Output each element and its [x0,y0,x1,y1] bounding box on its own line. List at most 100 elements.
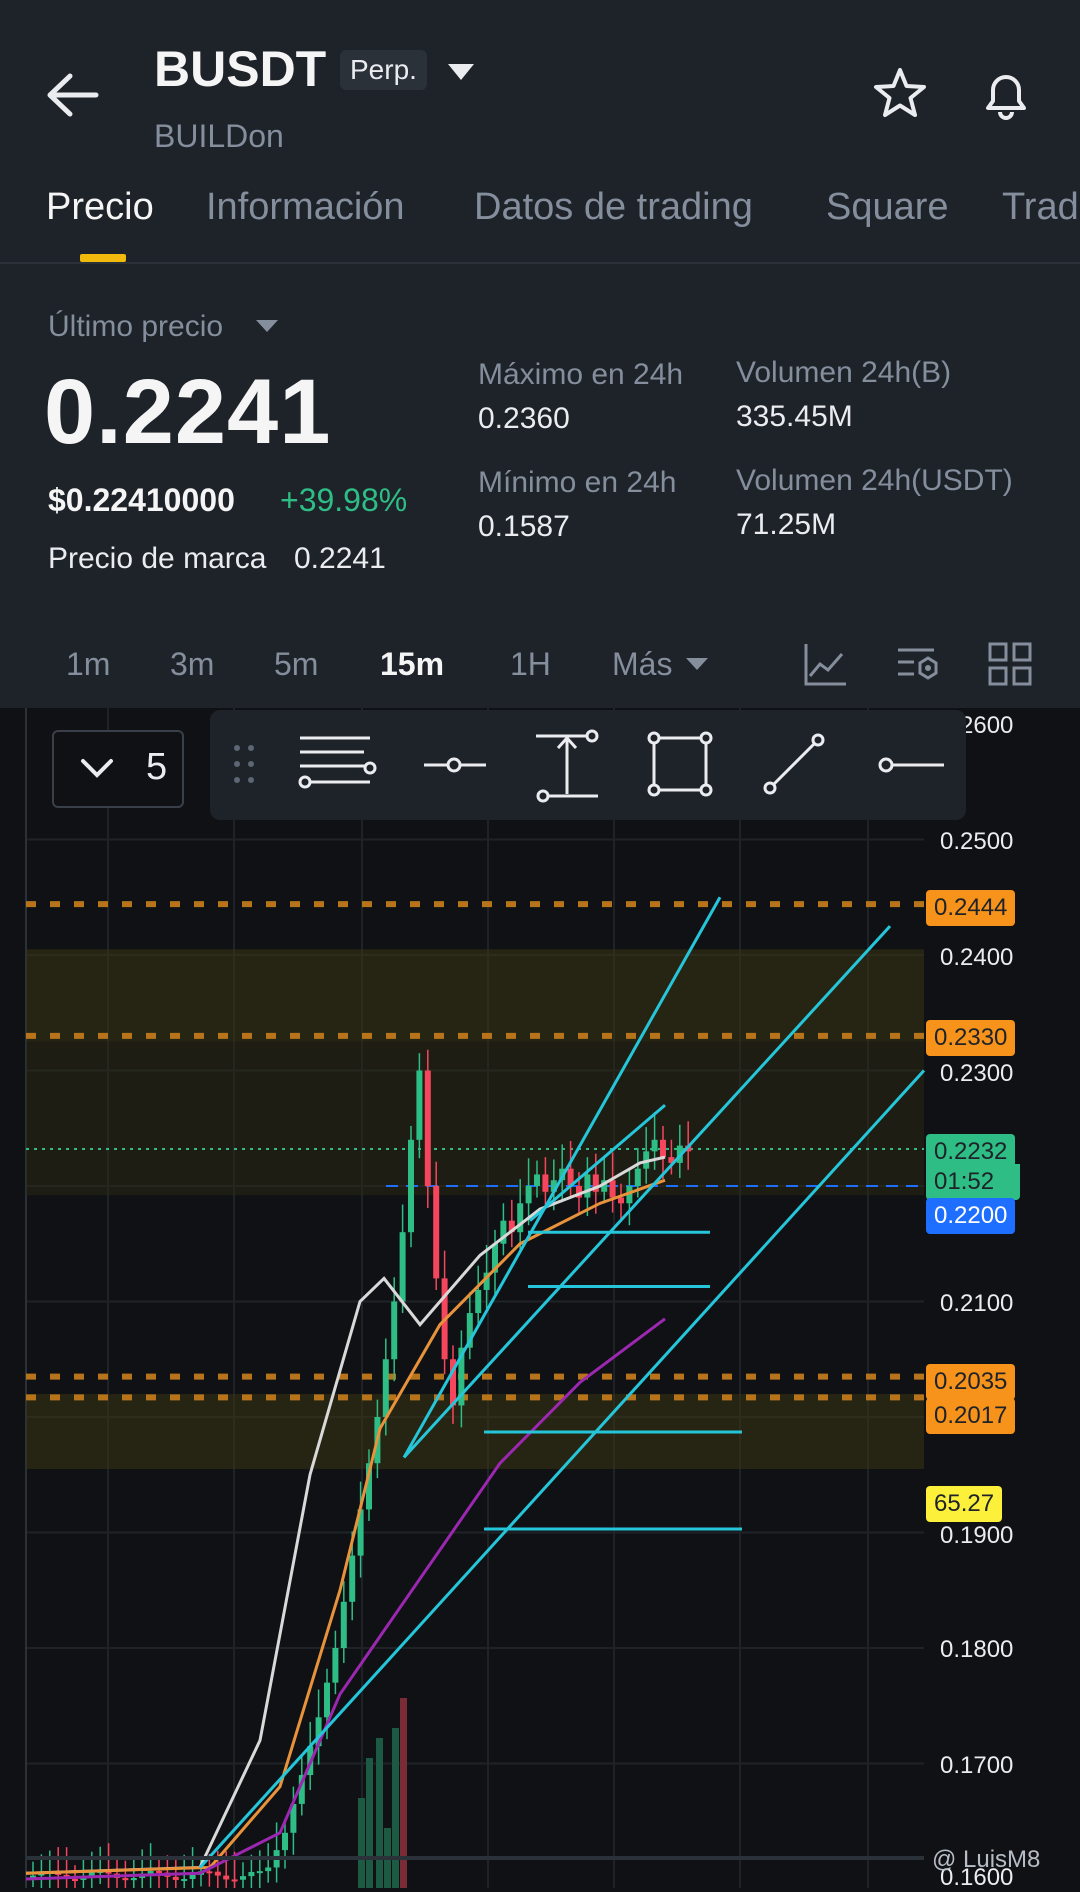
candle-body [156,1870,162,1873]
y-axis-label: 0.1900 [940,1522,1014,1549]
timeframe-15m[interactable]: 15m [380,646,444,683]
settings-icon[interactable] [894,640,942,688]
drawing-toolbar [210,710,966,820]
volume-bar [376,1738,383,1888]
bell-icon[interactable] [976,64,1036,124]
indicator-icon[interactable] [802,640,850,688]
candlestick-chart[interactable] [0,708,1080,1888]
star-icon[interactable] [870,64,930,124]
ray-icon[interactable] [876,750,946,780]
candle-body [282,1832,288,1851]
candle-body [172,1876,179,1880]
tab-datos-trading[interactable]: Datos de trading [474,186,753,229]
candle-body [618,1197,624,1204]
price-tag: 0.2330 [926,1020,1016,1056]
candle-body [189,1874,196,1880]
timeframe-mas[interactable]: Más [612,646,672,683]
timeframe-3m[interactable]: 3m [170,646,214,683]
drag-handle-icon[interactable] [230,740,258,788]
candle-body [651,1139,658,1152]
vol-b-value: 335.45M [736,400,853,433]
low-24h-value: 0.1587 [478,510,570,543]
high-24h-label: Máximo en 24h [478,358,684,391]
candle-body [181,1879,188,1882]
demand-zone [26,1393,924,1469]
candle-body [408,1139,414,1233]
candle-body [399,1232,406,1302]
trend-line-icon[interactable] [760,730,828,798]
y-axis-label: 0.1700 [940,1752,1014,1779]
y-axis-label: 0.2500 [940,828,1014,855]
candle-body [324,1682,330,1718]
candle-body [634,1168,641,1186]
high-24h-value: 0.2360 [478,402,570,435]
last-price-label[interactable]: Último precio [48,310,223,344]
rectangle-icon[interactable] [646,730,714,798]
candle-body [525,1186,532,1204]
ma-line-white [25,1155,666,1875]
price-change: +39.98% [280,482,408,518]
timeframe-5m[interactable]: 5m [274,646,318,683]
layout-grid-icon[interactable] [986,640,1034,688]
y-axis-label: 0.1800 [940,1636,1014,1663]
volume-bar [366,1758,373,1888]
candle-body [517,1203,524,1233]
candle-body [542,1174,549,1192]
timeframe-1m[interactable]: 1m [66,646,110,683]
price-tag: 0.2200 [926,1198,1016,1234]
candle-body [265,1867,272,1872]
tab-trad[interactable]: Trad [1002,186,1079,229]
vol-usdt-value: 71.25M [736,508,837,541]
candle-body [416,1070,423,1140]
candle-body [433,1186,440,1279]
main-tabs: Precio Información Datos de trading Squa… [0,180,1080,264]
candle-body [231,1879,238,1882]
candle-body [660,1139,666,1158]
y-axis-label: 0.2300 [940,1060,1014,1087]
drawing-count: 5 [146,746,168,788]
measure-icon[interactable] [534,726,600,806]
countdown-tag: 01:52 [926,1164,1021,1200]
mark-price-label: Precio de marca [48,542,267,575]
horizontal-ray-icon[interactable] [422,750,488,780]
candle-body [248,1872,255,1877]
chart-area[interactable] [0,708,1080,1888]
price-tag: 0.2035 [926,1364,1016,1400]
tab-informacion[interactable]: Información [206,186,405,229]
fib-levels-icon[interactable] [296,732,380,798]
y-axis-label: 0.2400 [940,944,1014,971]
watermark: @ LuisM8 [932,1846,1041,1873]
indicator-value-tag: 65.27 [926,1486,1003,1522]
price-tag: 0.2017 [926,1398,1016,1434]
chevron-down-icon [81,759,113,778]
supply-zone [26,949,924,1042]
candle-body [609,1180,616,1198]
candle-body [340,1601,347,1648]
timeframe-more-caret-icon[interactable] [686,658,708,670]
tab-precio[interactable]: Precio [46,186,154,229]
candle-body [349,1555,356,1602]
back-arrow-icon[interactable] [44,70,104,120]
symbol-subtitle: BUILDon [154,118,284,154]
y-axis-label: 0.2100 [940,1290,1014,1317]
price-tag: 0.2444 [926,890,1016,926]
active-tab-indicator [80,254,126,262]
supply-zone [26,1041,924,1196]
candle-body [130,1878,137,1881]
volume-bar [392,1728,399,1888]
perp-badge: Perp. [340,50,427,90]
last-price-value: 0.2241 [44,361,332,463]
symbol-dropdown-caret-icon[interactable] [448,64,474,80]
vol-usdt-label: Volumen 24h(USDT) [736,464,1013,497]
low-24h-label: Mínimo en 24h [478,466,677,499]
tab-square[interactable]: Square [826,186,949,229]
symbol-title[interactable]: BUSDT [154,40,326,98]
last-price-caret-icon[interactable] [256,320,278,332]
timeframe-1h[interactable]: 1H [510,646,551,683]
candle-body [122,1878,129,1881]
ma-line-orange [25,1178,666,1875]
candle-body [424,1070,431,1186]
drawing-count-button[interactable]: 5 [52,730,184,808]
candle-body [214,1871,221,1876]
candle-body [391,1301,398,1360]
